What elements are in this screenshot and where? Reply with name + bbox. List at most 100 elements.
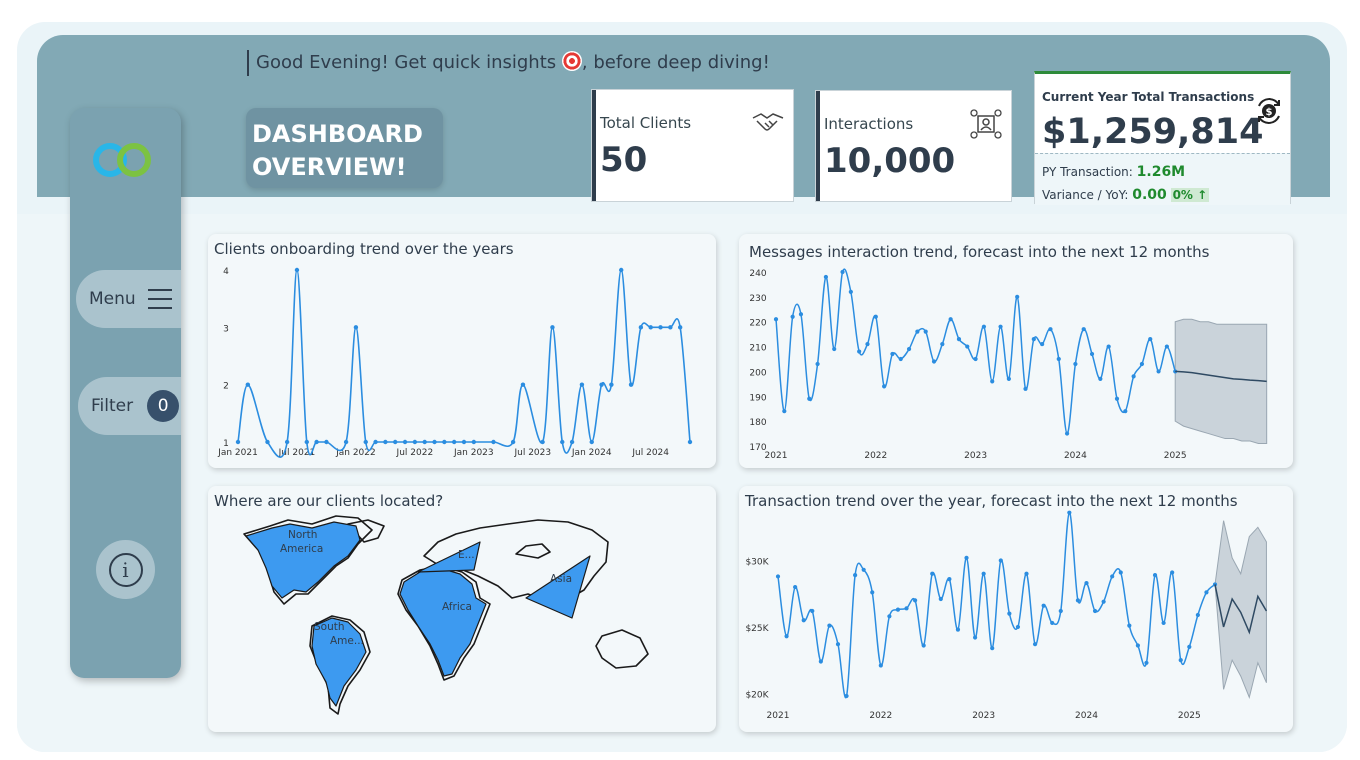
data-point (1135, 643, 1140, 648)
kpi-current-year-transactions: Current Year Total Transactions $1,259,8… (1034, 71, 1291, 205)
data-point (1089, 351, 1095, 357)
y-tick-label: $30K (745, 558, 769, 568)
data-point (955, 627, 961, 632)
data-point (432, 439, 437, 445)
data-point (981, 324, 987, 329)
kpi-transactions-label: Current Year Total Transactions (1042, 90, 1255, 104)
data-point (1032, 642, 1038, 647)
data-point (861, 567, 866, 572)
handshake-icon (752, 113, 784, 131)
data-point (1152, 573, 1158, 578)
data-point (878, 663, 883, 668)
data-point (1164, 344, 1169, 349)
data-point (998, 324, 1003, 329)
data-point (1123, 409, 1128, 414)
info-button[interactable]: i (96, 540, 155, 599)
data-point (1101, 599, 1106, 604)
variance-label: Variance / YoY: (1042, 188, 1129, 202)
data-point (865, 341, 870, 347)
x-tick-label: Jul 2024 (631, 448, 669, 458)
kpi-clients-value: 50 (600, 140, 648, 180)
data-point (619, 267, 624, 273)
data-point (510, 439, 516, 445)
data-point (1204, 590, 1209, 595)
py-transaction-row: PY Transaction: 1.26M (1042, 161, 1283, 184)
x-tick-label: 2021 (765, 451, 788, 461)
data-point (393, 439, 398, 445)
chart-clients-onboarding[interactable]: Clients onboarding trend over the years … (208, 234, 716, 468)
data-point (870, 590, 875, 595)
data-point (844, 693, 849, 699)
data-point (451, 439, 457, 445)
x-tick-label: Jul 2022 (396, 448, 434, 458)
y-tick-label: 230 (749, 294, 766, 304)
data-point (790, 314, 795, 319)
filter-button[interactable]: Filter 0 (78, 377, 181, 435)
data-point (1110, 574, 1115, 579)
y-tick-label: 2 (223, 382, 229, 392)
x-tick-label: Jan 2024 (571, 448, 612, 458)
map-label-africa: Africa (442, 601, 472, 613)
py-transaction-value: 1.26M (1136, 164, 1186, 180)
data-point (569, 439, 575, 445)
y-tick-label: 180 (749, 418, 766, 428)
variance-pct: 0% (1172, 188, 1193, 202)
data-point (818, 659, 823, 664)
data-point (923, 329, 928, 334)
x-tick-label: Jan 2021 (217, 448, 258, 458)
map-label-asia: Asia (550, 573, 572, 585)
data-point (687, 439, 693, 445)
data-point (906, 346, 912, 352)
data-point (1064, 431, 1070, 436)
data-point (471, 439, 477, 445)
messages-interaction-plot: 1701801902002102202302402021 2022 2023 2024… (749, 268, 1268, 461)
data-point (801, 618, 806, 623)
data-point (965, 344, 970, 349)
y-tick-label: 240 (749, 269, 766, 279)
data-point (810, 608, 815, 614)
data-point (913, 598, 918, 603)
data-point (895, 607, 901, 612)
data-point (1006, 376, 1011, 381)
chart-transaction-trend[interactable]: Transaction trend over the year, forecas… (739, 486, 1293, 732)
data-point (422, 439, 427, 445)
x-tick-label: 2025 (1178, 711, 1201, 721)
data-point (938, 596, 943, 602)
dollar-refresh-icon: $ (1258, 98, 1280, 124)
data-point (930, 571, 935, 576)
y-tick-label: 200 (749, 368, 766, 378)
data-point (853, 573, 858, 578)
data-point (628, 382, 634, 387)
data-point (520, 382, 526, 387)
x-tick-label: 2022 (864, 451, 887, 461)
data-point (412, 439, 418, 445)
chart-client-locations[interactable]: Where are our clients located? North Ame… (208, 486, 716, 732)
x-tick-label: 2024 (1075, 711, 1098, 721)
menu-button[interactable]: Menu (76, 270, 181, 328)
data-point (1075, 598, 1081, 603)
filter-label: Filter (91, 396, 134, 416)
x-tick-label: Jan 2023 (453, 448, 494, 458)
data-point (677, 325, 683, 330)
data-point (940, 341, 945, 347)
chart-messages-interaction[interactable]: Messages interaction trend, forecast int… (739, 234, 1293, 468)
map-label-north-america-line2: America (280, 543, 323, 555)
map-label-south-america-line2: Ame... (330, 635, 364, 647)
x-tick-label: 2021 (767, 711, 790, 721)
variance-value: 0.00 (1132, 187, 1167, 203)
brand-logo (93, 143, 151, 177)
page-title: DASHBOARD OVERVIEW! (246, 108, 443, 188)
data-point (1040, 341, 1045, 347)
data-point (638, 325, 644, 330)
data-point (1148, 337, 1153, 342)
map-label-europe: E... (458, 549, 475, 561)
data-point (1098, 376, 1103, 381)
data-point (1106, 344, 1111, 349)
target-icon (561, 51, 582, 71)
data-point (1041, 603, 1046, 608)
data-point (314, 439, 319, 445)
data-point (972, 635, 978, 640)
data-point (887, 614, 892, 619)
data-point (1048, 327, 1053, 332)
data-point (609, 382, 614, 387)
